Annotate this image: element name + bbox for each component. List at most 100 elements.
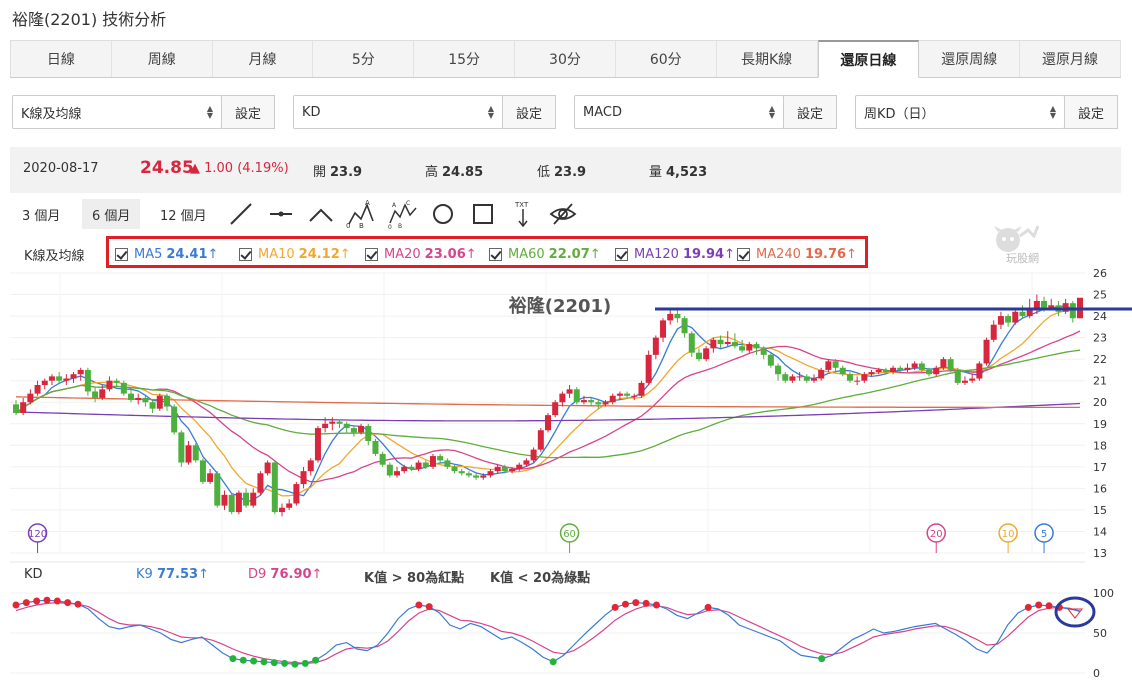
checkbox[interactable] (615, 248, 628, 261)
rectangle-icon[interactable] (468, 199, 498, 229)
indicator-select[interactable]: MACD ▲ ▼ (574, 95, 784, 129)
candle (264, 462, 271, 474)
ma-value: 24.12 (298, 247, 340, 262)
candle (365, 425, 372, 441)
candle (120, 382, 127, 394)
ma-legend-ma120[interactable]: MA120 19.94 ↑ (615, 247, 735, 262)
ma-value: 19.94 (682, 247, 725, 262)
kd-red-dot (33, 597, 41, 605)
ma-name: MA20 (384, 247, 421, 262)
candle (422, 462, 429, 467)
checkbox[interactable] (239, 248, 252, 261)
angle-icon[interactable] (306, 199, 336, 229)
hide-eye-icon[interactable] (548, 199, 578, 229)
wave-pattern-icon[interactable]: A C 0 B (388, 199, 418, 229)
select-arrows-icon: ▲ ▼ (487, 104, 494, 120)
svg-text:C: C (406, 200, 410, 207)
checkbox[interactable] (489, 248, 502, 261)
candle (437, 456, 444, 461)
checkbox[interactable] (365, 248, 378, 261)
settings-button[interactable]: 設定 (221, 95, 275, 129)
checkbox[interactable] (737, 248, 750, 261)
candle (940, 359, 947, 368)
quote-open: 開 23.9 (313, 165, 363, 180)
tab-9[interactable]: 還原周線 (919, 40, 1021, 77)
ma-marker-label: 10 (1002, 529, 1015, 540)
candle (588, 400, 595, 403)
candle (580, 400, 587, 403)
indicator-select[interactable]: KD ▲ ▼ (293, 95, 503, 129)
candle (221, 494, 228, 506)
ma-line-ma20 (15, 330, 1081, 483)
candle (70, 374, 77, 379)
kd-green-dot (229, 655, 237, 663)
tab-0[interactable]: 日線 (10, 40, 112, 77)
kd-red-dot (12, 601, 20, 609)
select-arrows-icon: ▲ ▼ (1049, 104, 1056, 120)
ma-legend-ma5[interactable]: MA5 24.41 ↑ (115, 247, 218, 262)
candle (1069, 303, 1076, 319)
candle (243, 492, 250, 506)
ma-legend-ma20[interactable]: MA20 23.06 ↑ (365, 247, 477, 262)
kd-title: KD (24, 567, 43, 582)
ma-legend-ma10[interactable]: MA10 24.12 ↑ (239, 247, 351, 262)
selector-group-3: 周KD（日） ▲ ▼ 設定 (855, 95, 1118, 129)
selector-group-2: MACD ▲ ▼ 設定 (574, 95, 837, 129)
abc-pattern-icon[interactable]: A B 0 (346, 199, 376, 229)
tab-4[interactable]: 15分 (414, 40, 516, 77)
candle (135, 397, 142, 401)
circle-icon[interactable] (428, 199, 458, 229)
tab-10[interactable]: 還原月線 (1020, 40, 1121, 77)
tab-6[interactable]: 60分 (615, 40, 717, 77)
tab-1[interactable]: 周線 (111, 40, 213, 77)
indicator-select[interactable]: 周KD（日） ▲ ▼ (855, 95, 1065, 129)
range-button-1[interactable]: 6 個月 (82, 199, 141, 229)
candle (818, 369, 825, 379)
ma-legend-ma60[interactable]: MA60 22.07 ↑ (489, 247, 601, 262)
y-tick-label: 22 (1093, 353, 1107, 366)
tab-3[interactable]: 5分 (313, 40, 415, 77)
kd-green-dot (281, 659, 289, 667)
kd-red-dot (611, 603, 619, 611)
candle (667, 313, 674, 321)
candle (631, 395, 638, 397)
tab-8[interactable]: 還原日線 (817, 40, 920, 78)
ma-arrow: ↑ (339, 247, 351, 262)
range-button-0[interactable]: 3 個月 (12, 199, 71, 229)
tab-7[interactable]: 長期K線 (716, 40, 818, 77)
kd-green-dot (239, 656, 247, 664)
line-tool-icon[interactable] (226, 199, 256, 229)
candle (207, 473, 214, 482)
text-icon[interactable]: TXT (508, 199, 538, 229)
ma-marker-label: 20 (930, 529, 943, 540)
candle (386, 464, 393, 476)
settings-button[interactable]: 設定 (783, 95, 837, 129)
candle (1019, 311, 1026, 317)
ma-legend-ma240[interactable]: MA240 19.76 ↑ (737, 247, 857, 262)
settings-button[interactable]: 設定 (1064, 95, 1118, 129)
kd-red-dot (1024, 603, 1032, 611)
indicator-select[interactable]: K線及均線 ▲ ▼ (12, 95, 222, 129)
checkbox[interactable] (115, 248, 128, 261)
tab-2[interactable]: 月線 (212, 40, 314, 77)
candle (710, 339, 717, 349)
ma-marker-label: 5 (1041, 529, 1047, 540)
tab-5[interactable]: 30分 (515, 40, 616, 77)
kd-y-tick-label: 50 (1093, 627, 1107, 640)
candle (990, 324, 997, 340)
indicator-selectors: K線及均線 ▲ ▼ 設定 KD ▲ ▼ 設定 MACD ▲ ▼ 設定 周KD（日） ▲ ▼ 設定 (12, 95, 1120, 129)
horizontal-line-icon[interactable] (266, 199, 296, 229)
candle (767, 354, 774, 366)
kd-red-dot (74, 600, 82, 608)
candle (1005, 316, 1012, 323)
candle (250, 492, 257, 506)
candle (839, 367, 846, 375)
y-tick-label: 24 (1093, 310, 1107, 323)
candle (149, 402, 156, 409)
price-kd-chart[interactable]: 26 25 24 23 22 21 20 19 18 17 16 15 14 13 裕隆(2201) 120 6… (0, 262, 1132, 680)
quote-bar: 2020-08-17 24.85 ▲ 1.00 (4.19%) 開 23.9 高2… (10, 147, 1121, 193)
candle (918, 363, 925, 370)
settings-button[interactable]: 設定 (502, 95, 556, 129)
range-button-2[interactable]: 12 個月 (150, 199, 217, 229)
candle (178, 432, 185, 463)
